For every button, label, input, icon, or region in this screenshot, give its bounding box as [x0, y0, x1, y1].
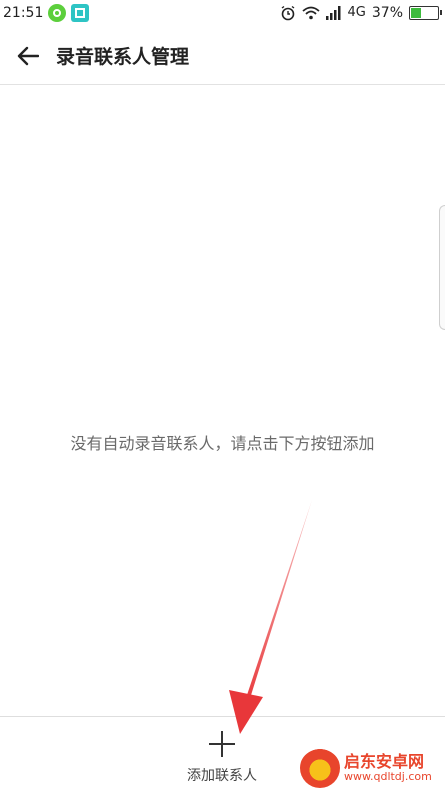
watermark-url: www.qdltdj.com	[344, 769, 432, 783]
watermark-text: 启东安卓网 www.qdltdj.com	[344, 753, 432, 783]
watermark: 启东安卓网 www.qdltdj.com	[300, 745, 445, 791]
add-contact-label: 添加联系人	[187, 768, 257, 784]
arrow-left-icon	[17, 46, 39, 65]
wifi-icon	[301, 6, 320, 19]
watermark-name: 启东安卓网	[344, 752, 425, 772]
status-left: 21:51	[0, 3, 90, 22]
back-button[interactable]	[0, 27, 56, 85]
battery-percent: 37%	[371, 4, 403, 21]
status-bar: 21:51 4G 37%	[0, 0, 445, 25]
side-panel-handle[interactable]	[439, 205, 445, 330]
empty-state-message: 没有自动录音联系人，请点击下方按钮添加	[70, 434, 375, 453]
add-contact-button[interactable]: 添加联系人	[172, 731, 272, 789]
signal-icon	[325, 5, 341, 20]
status-time: 21:51	[3, 4, 44, 21]
battery-icon	[409, 5, 442, 20]
status-right: 4G 37%	[280, 5, 445, 21]
app-header: 录音联系人管理	[0, 27, 445, 85]
network-type: 4G	[347, 5, 366, 20]
red-arrow-annotation	[229, 500, 312, 734]
battery-fill	[411, 7, 421, 18]
page-title: 录音联系人管理	[56, 46, 190, 68]
teal-scan-icon	[71, 3, 90, 22]
watermark-logo	[300, 748, 340, 788]
alarm-icon	[281, 5, 294, 20]
plus-icon	[209, 731, 235, 757]
green-app-icon	[48, 3, 67, 22]
